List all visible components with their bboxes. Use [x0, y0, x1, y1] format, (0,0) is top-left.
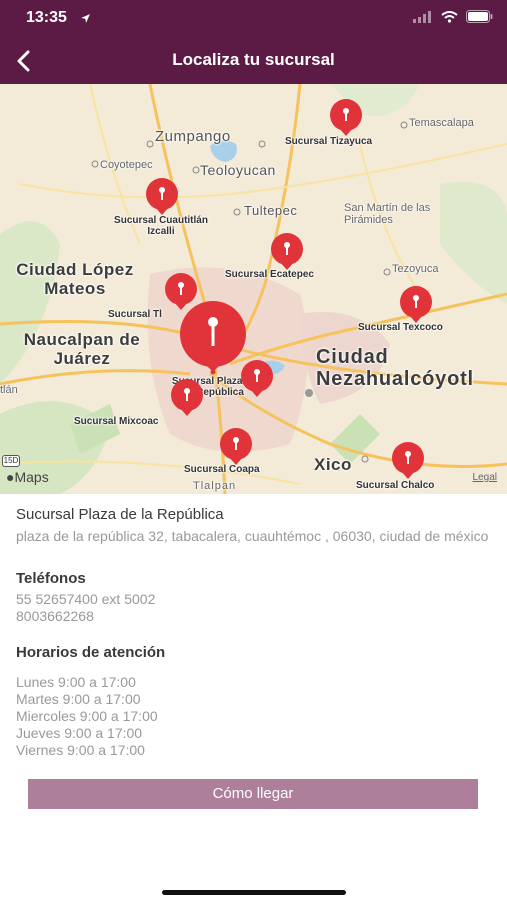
map-pin-cuautitlan[interactable]	[144, 177, 180, 217]
map-pin-chalco[interactable]	[390, 441, 426, 481]
get-directions-button[interactable]: Cómo llegar	[28, 779, 478, 809]
hours-row: Viernes 9:00 a 17:00	[16, 742, 145, 758]
phone-number[interactable]: 8003662268	[16, 608, 491, 624]
hours-row: Martes 9:00 a 17:00	[16, 691, 141, 707]
hours-row: Miercoles 9:00 a 17:00	[16, 708, 158, 724]
highway-shield: 15D	[2, 455, 20, 467]
map-label-nezahualcoyotl: Ciudad Nezahualcóyotl	[316, 346, 474, 390]
location-arrow-icon	[80, 11, 91, 29]
branch-address: plaza de la república 32, tabacalera, cu…	[16, 528, 489, 544]
map-label-teoloyucan: Teoloyucan	[200, 162, 276, 178]
map-label-ciudad-lopez-mateos: Ciudad López Mateos	[16, 260, 134, 298]
branch-label-cuautitlan: Sucursal Cuautitlán Izcalli	[114, 215, 208, 237]
map-pin-tizayuca[interactable]	[328, 98, 364, 138]
page-title: Localiza tu sucursal	[172, 50, 335, 69]
map-label-coyotepec: Coyotepec	[100, 159, 153, 171]
branch-label-tl: Sucursal Tl	[108, 309, 162, 320]
map-label-naucalpan: Naucalpan de Juárez	[23, 330, 141, 368]
legal-link[interactable]: Legal	[473, 472, 497, 483]
map-label-zumpango: Zumpango	[155, 128, 231, 145]
wifi-icon	[441, 10, 458, 28]
map-label-temascalapa: Temascalapa	[409, 117, 474, 129]
app-header: 13:35 Localiza tu sucursal	[0, 0, 507, 84]
branch-label-mixcoac: Sucursal Mixcoac	[74, 416, 159, 427]
phone-number[interactable]: 55 52657400 ext 5002	[16, 591, 491, 607]
maps-logo: ●Maps	[6, 469, 49, 485]
phones-title: Teléfonos	[16, 570, 86, 587]
branch-map[interactable]: Zumpango Teoloyucan Coyotepec Tultepec T…	[0, 84, 507, 494]
map-pin-mixcoac[interactable]	[169, 378, 205, 418]
map-label-tlan: tlán	[0, 384, 18, 396]
signal-icon	[413, 10, 433, 28]
status-indicators	[413, 10, 493, 28]
status-time: 13:35	[26, 9, 67, 26]
map-pin-coapa[interactable]	[218, 427, 254, 467]
hours-row: Jueves 9:00 a 17:00	[16, 725, 143, 741]
map-label-tlalpan: Tlalpan	[193, 480, 237, 492]
home-indicator[interactable]	[162, 890, 346, 895]
map-label-xico: Xico	[314, 455, 352, 474]
hours-row: Lunes 9:00 a 17:00	[16, 674, 136, 690]
map-label-san-martin: San Martín de las Pirámides	[344, 202, 431, 226]
map-label-tezoyuca: Tezoyuca	[392, 263, 439, 275]
branch-label-chalco: Sucursal Chalco	[356, 480, 435, 491]
map-pin-texcoco[interactable]	[398, 285, 434, 325]
map-pin-selected-plaza-republica[interactable]	[177, 300, 249, 376]
battery-icon	[466, 10, 493, 28]
map-pin-ecatepec[interactable]	[269, 232, 305, 272]
hours-title: Horarios de atención	[16, 644, 166, 661]
map-label-tultepec: Tultepec	[244, 203, 298, 218]
branch-name: Sucursal Plaza de la República	[16, 506, 224, 523]
